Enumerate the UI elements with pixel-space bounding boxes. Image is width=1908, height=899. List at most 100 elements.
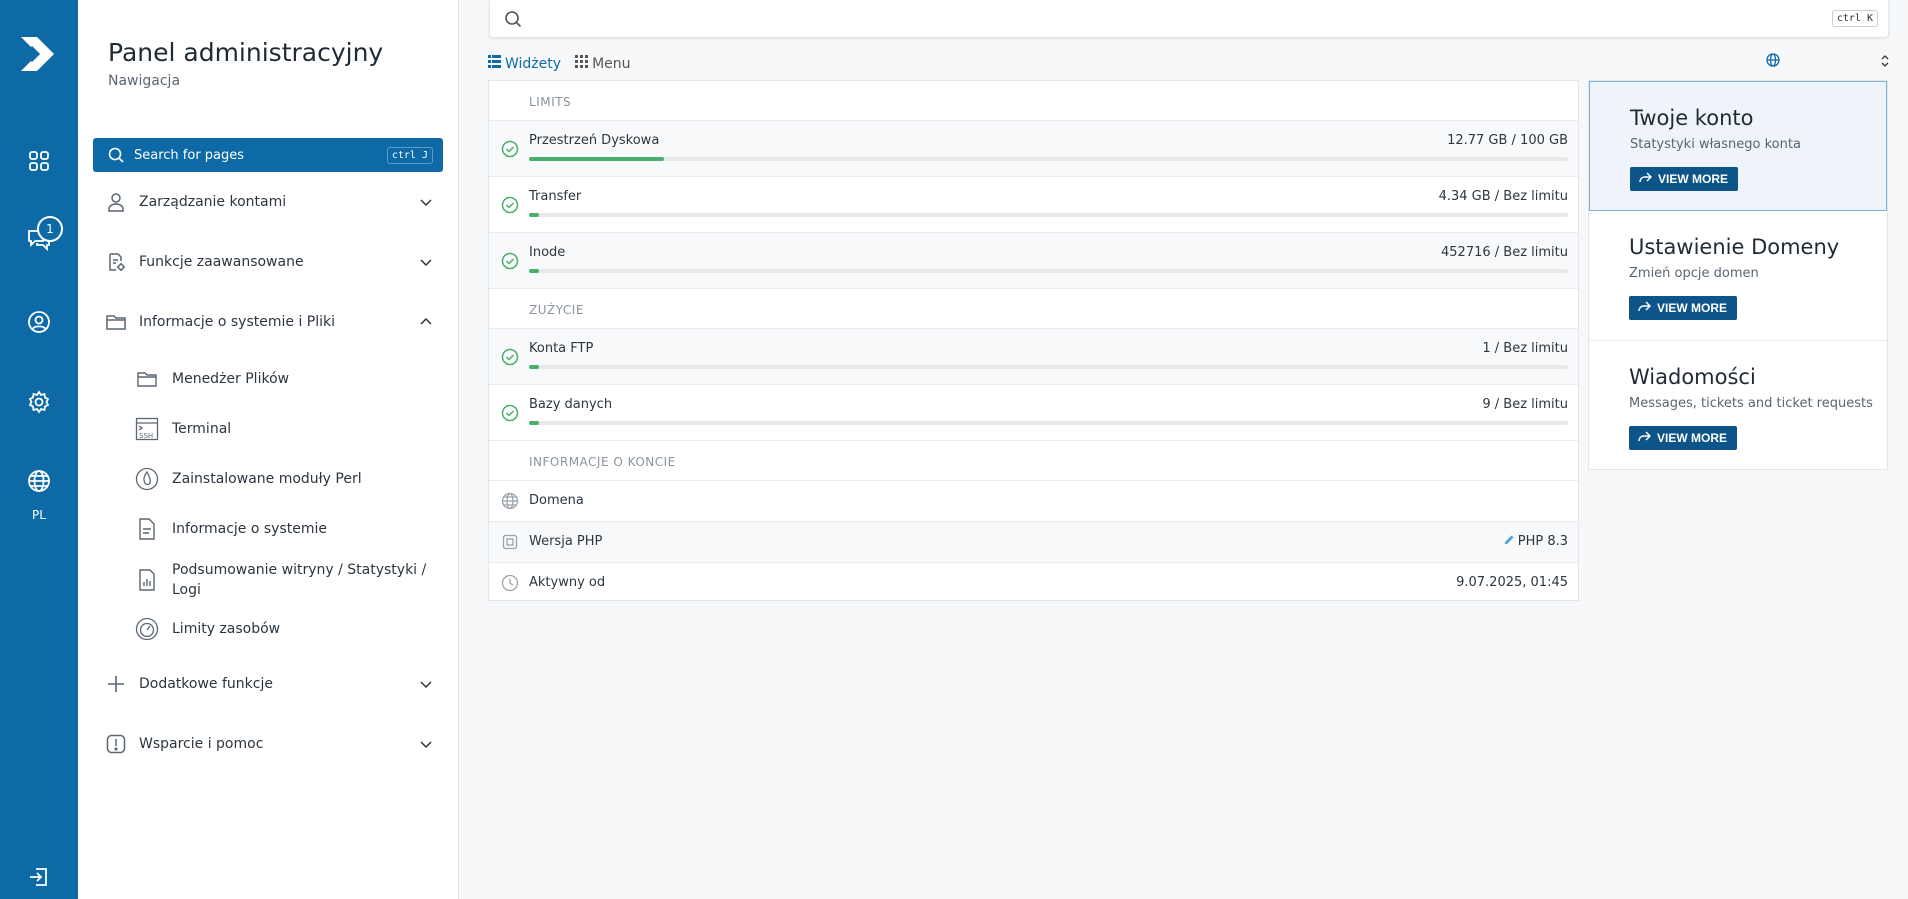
account-label: Domena: [529, 493, 584, 508]
nav-group-system-info-files[interactable]: Informacje o systemie i Pliki: [93, 304, 443, 340]
globe-icon: [1766, 52, 1780, 71]
tab-label: Menu: [592, 55, 631, 72]
language-code[interactable]: PL: [0, 508, 78, 522]
tab-widgets[interactable]: Widżety: [488, 55, 561, 72]
view-tabs: Widżety Menu: [488, 55, 631, 72]
account-row-active-since: Aktywny od 9.07.2025, 01:45: [489, 563, 1578, 602]
folder-icon: [134, 366, 160, 392]
nav-group-label: Dodatkowe funkcje: [139, 676, 273, 692]
stats-icon: [134, 567, 160, 593]
user-icon: [105, 191, 127, 213]
logout-icon[interactable]: [22, 860, 56, 894]
card-subtitle: Zmień opcje domen: [1629, 266, 1759, 281]
card-messages[interactable]: Wiadomości Messages, tickets and ticket …: [1589, 341, 1887, 469]
usage-label: Konta FTP: [529, 341, 594, 356]
nav-item-terminal[interactable]: SSH Terminal: [134, 416, 444, 442]
nav-item-label: Informacje o systemie: [172, 521, 328, 537]
card-title: Twoje konto: [1630, 106, 1754, 130]
view-more-label: VIEW MORE: [1658, 172, 1729, 186]
section-header-limits: LIMITS: [489, 81, 1578, 121]
nav-item-label: Podsumowanie witryny / Statystyki / Logi: [172, 562, 427, 598]
nav-item-resource-limits[interactable]: Limity zasobów: [134, 616, 444, 642]
section-title: INFORMACJE O KONCIE: [529, 455, 676, 469]
chevron-down-icon: [419, 677, 433, 691]
nav-group-advanced-features[interactable]: Funkcje zaawansowane: [93, 244, 443, 280]
shortcut-cards: Twoje konto Statystyki własnego konta VI…: [1588, 80, 1888, 470]
section-header-usage: ZUŻYCIE: [489, 289, 1578, 329]
nav-item-perl-modules[interactable]: Zainstalowane moduły Perl: [134, 466, 444, 492]
account-value: 9.07.2025, 01:45: [1456, 575, 1568, 590]
navigation-panel: Panel administracyjny Nawigacja Search f…: [78, 0, 459, 899]
progress-fill: [529, 213, 540, 217]
progress-fill: [529, 157, 665, 161]
document-icon: [134, 516, 160, 542]
share-arrow-icon: [1638, 172, 1652, 187]
nav-item-label: Menedżer Plików: [172, 371, 290, 387]
progress-bar: [529, 421, 1568, 425]
progress-fill: [529, 269, 540, 273]
pencil-icon: [1504, 534, 1515, 549]
logo-icon[interactable]: [17, 33, 59, 75]
view-more-button[interactable]: VIEW MORE: [1629, 296, 1738, 320]
check-circle-icon: [501, 196, 519, 214]
settings-icon[interactable]: [22, 385, 56, 419]
tab-menu[interactable]: Menu: [575, 55, 631, 72]
tab-label: Widżety: [505, 55, 562, 72]
check-circle-icon: [501, 140, 519, 158]
list-icon: [488, 55, 501, 72]
nav-item-label: Zainstalowane moduły Perl: [172, 471, 362, 487]
view-more-button[interactable]: VIEW MORE: [1630, 167, 1739, 191]
card-subtitle: Messages, tickets and ticket requests: [1629, 396, 1873, 411]
limit-row-disk: Przestrzeń Dyskowa 12.77 GB / 100 GB: [489, 121, 1578, 177]
progress-fill: [529, 365, 540, 369]
global-search-input[interactable]: [532, 3, 1832, 34]
nav-subtitle: Nawigacja: [108, 73, 181, 89]
account-label: Wersja PHP: [529, 534, 603, 549]
card-domain-settings[interactable]: Ustawienie Domeny Zmień opcje domen VIEW…: [1589, 211, 1887, 341]
nav-group-support-help[interactable]: Wsparcie i pomoc: [93, 726, 443, 762]
view-more-button[interactable]: VIEW MORE: [1629, 426, 1738, 450]
account-icon[interactable]: [22, 305, 56, 339]
grid-icon: [575, 55, 589, 72]
nav-item-file-manager[interactable]: Menedżer Plików: [134, 366, 444, 392]
limit-value: 452716 / Bez limitu: [1441, 245, 1568, 260]
nav-item-site-summary[interactable]: Podsumowanie witryny / Statystyki / Logi: [134, 560, 434, 600]
nav-group-label: Zarządzanie kontami: [139, 194, 287, 210]
account-label: Aktywny od: [529, 575, 606, 590]
nav-item-system-info[interactable]: Informacje o systemie: [134, 516, 444, 542]
card-title: Ustawienie Domeny: [1629, 235, 1840, 259]
language-globe-icon[interactable]: [22, 464, 56, 498]
php-version-link[interactable]: PHP 8.3: [1504, 534, 1568, 549]
globe-icon: [501, 492, 519, 510]
plus-icon: [105, 673, 127, 695]
section-title: ZUŻYCIE: [529, 303, 584, 317]
nav-group-additional-features[interactable]: Dodatkowe funkcje: [93, 666, 443, 702]
check-circle-icon: [501, 348, 519, 366]
limit-label: Przestrzeń Dyskowa: [529, 133, 660, 148]
search-icon: [504, 10, 522, 28]
share-arrow-icon: [1637, 301, 1651, 316]
card-your-account[interactable]: Twoje konto Statystyki własnego konta VI…: [1589, 81, 1887, 211]
search-icon: [108, 147, 124, 163]
chevron-up-icon: [419, 315, 433, 329]
php-version-value: PHP 8.3: [1517, 534, 1568, 549]
view-more-label: VIEW MORE: [1657, 431, 1728, 445]
advanced-settings-icon: [105, 251, 127, 273]
nav-group-account-management[interactable]: Zarządzanie kontami: [93, 184, 443, 220]
clock-icon: [501, 574, 519, 592]
nav-item-label: Limity zasobów: [172, 621, 281, 637]
language-select[interactable]: [1766, 50, 1890, 72]
chevron-down-icon: [419, 195, 433, 209]
usage-row-ftp: Konta FTP 1 / Bez limitu: [489, 329, 1578, 385]
card-subtitle: Statystyki własnego konta: [1630, 137, 1801, 152]
global-search-bar[interactable]: ctrl K: [489, 0, 1889, 38]
nav-group-label: Informacje o systemie i Pliki: [139, 314, 336, 330]
alert-icon: [105, 733, 127, 755]
page-title: Panel administracyjny: [108, 38, 384, 67]
nav-group-label: Wsparcie i pomoc: [139, 736, 264, 752]
search-pages-button[interactable]: Search for pages ctrl J: [93, 138, 443, 172]
progress-bar: [529, 269, 1568, 273]
nav-item-label: Terminal: [172, 421, 232, 437]
dashboard-icon[interactable]: [22, 144, 56, 178]
perl-icon: [134, 466, 160, 492]
